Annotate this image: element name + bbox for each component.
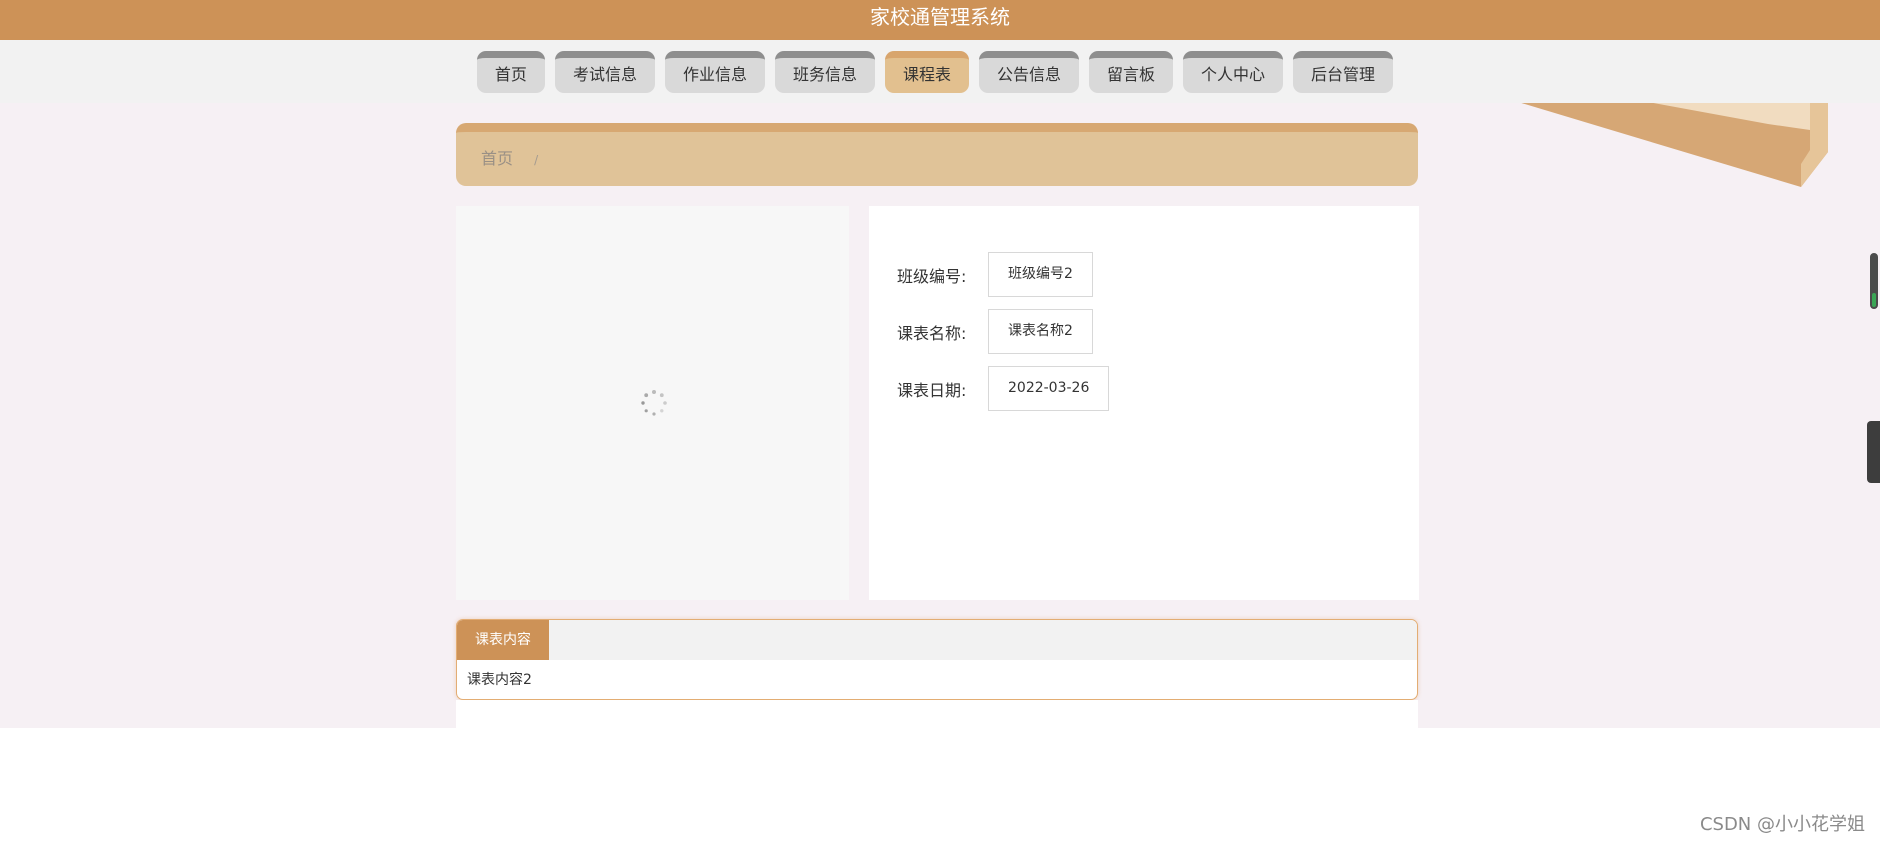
schedule-date-value: 2022-03-26 bbox=[988, 366, 1110, 411]
tab-bar: 课表内容 bbox=[457, 620, 1417, 660]
nav-item-personal-center[interactable]: 个人中心 bbox=[1183, 51, 1284, 93]
nav-item-home[interactable]: 首页 bbox=[476, 51, 545, 93]
breadcrumb-separator: / bbox=[534, 153, 539, 167]
breadcrumb: 首页 / bbox=[456, 123, 1418, 186]
scrollbar-thumb[interactable] bbox=[1870, 253, 1878, 309]
corner-decoration bbox=[1521, 103, 1828, 187]
schedule-name-value: 课表名称2 bbox=[988, 309, 1093, 354]
class-no-label: 班级编号: bbox=[897, 266, 967, 286]
schedule-date-label: 课表日期: bbox=[897, 380, 967, 400]
main-nav: 首页 考试信息 作业信息 班务信息 课程表 公告信息 留言板 个人中心 后台管理 bbox=[0, 40, 1880, 103]
page-content: 首页 / 班级编号: 班级编号2 课表名称: 课表名称2 课表日期: 2022-… bbox=[0, 103, 1880, 728]
content-tabs: 课表内容 课表内容2 bbox=[456, 619, 1418, 700]
schedule-date-field: 课表日期: 2022-03-26 bbox=[897, 366, 1110, 411]
content-footer-strip bbox=[456, 700, 1418, 728]
loading-spinner-icon bbox=[641, 390, 667, 416]
nav-item-class-affairs[interactable]: 班务信息 bbox=[774, 51, 875, 93]
side-handle[interactable] bbox=[1867, 421, 1880, 483]
schedule-name-field: 课表名称: 课表名称2 bbox=[897, 309, 1093, 354]
nav-item-exam-info[interactable]: 考试信息 bbox=[554, 51, 655, 93]
app-title: 家校通管理系统 bbox=[870, 5, 1010, 29]
tab-schedule-content[interactable]: 课表内容 bbox=[457, 620, 549, 660]
app-header: 家校通管理系统 bbox=[0, 0, 1880, 40]
class-no-value: 班级编号2 bbox=[988, 252, 1093, 297]
nav-item-announcements[interactable]: 公告信息 bbox=[979, 51, 1080, 93]
schedule-name-label: 课表名称: bbox=[897, 323, 967, 343]
nav-item-admin[interactable]: 后台管理 bbox=[1293, 51, 1394, 93]
nav-item-message-board[interactable]: 留言板 bbox=[1089, 51, 1174, 93]
detail-panel: 班级编号: 班级编号2 课表名称: 课表名称2 课表日期: 2022-03-26 bbox=[869, 206, 1419, 600]
watermark: CSDN @小小花学姐 bbox=[1699, 814, 1865, 835]
nav-item-schedule[interactable]: 课程表 bbox=[884, 51, 969, 93]
class-no-field: 班级编号: 班级编号2 bbox=[897, 252, 1093, 297]
image-panel bbox=[456, 206, 849, 600]
breadcrumb-home-link[interactable]: 首页 bbox=[481, 149, 513, 168]
tab-panel-text: 课表内容2 bbox=[467, 672, 532, 688]
nav-item-homework-info[interactable]: 作业信息 bbox=[664, 51, 765, 93]
